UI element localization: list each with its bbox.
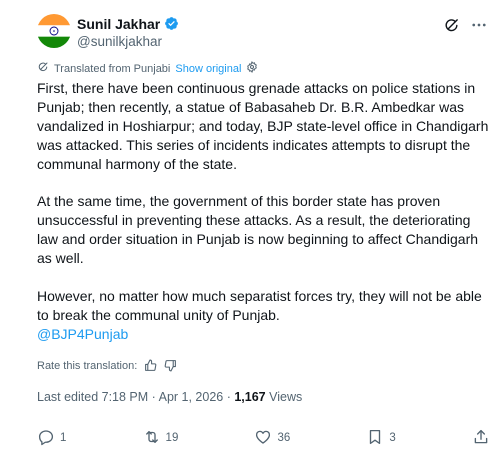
avatar[interactable] [37,14,71,48]
translation-label: Translated from Punjabi [54,62,171,75]
settings-icon[interactable] [246,61,258,76]
tweet-paragraph: First, there have been continuous grenad… [37,80,489,172]
show-original-link[interactable]: Show original [175,63,241,75]
bookmark-count: 3 [389,432,396,444]
share-button[interactable] [472,428,490,449]
tweet-paragraph: However, no matter how much separatist f… [37,287,482,323]
tweet-meta: Last edited 7:18 PM · Apr 1, 2026 · 1,16… [37,390,302,404]
mention-link[interactable]: @BJP4Punjab [37,325,489,344]
heart-icon [254,428,272,449]
thumbs-up-icon[interactable] [144,359,157,372]
rate-label: Rate this translation: [37,359,138,372]
views-count: 1,167 [234,390,266,404]
translation-notice: Translated from Punjabi Show original [37,61,258,76]
reply-button[interactable]: 1 [37,428,66,449]
more-options-icon[interactable] [470,16,488,34]
thumbs-down-icon[interactable] [164,359,177,372]
grok-icon[interactable] [442,16,460,34]
views-label: Views [265,390,303,404]
author-name[interactable]: Sunil Jakhar [77,16,160,32]
tweet-text: First, there have been continuous grenad… [37,79,489,344]
tweet-header: Sunil Jakhar @sunilkjakhar [37,14,488,54]
rate-translation: Rate this translation: [37,359,177,372]
translate-icon [37,61,49,76]
bookmark-button[interactable]: 3 [366,428,396,449]
repost-count: 19 [165,432,179,444]
repost-icon [143,428,161,449]
repost-button[interactable]: 19 [143,428,179,449]
share-icon [472,428,490,449]
like-button[interactable]: 36 [254,428,290,449]
action-bar: 1 19 36 3 [37,428,490,448]
edited-timestamp[interactable]: Last edited 7:18 PM · Apr 1, 2026 · [37,390,234,404]
tweet-paragraph: At the same time, the government of this… [37,193,479,267]
bookmark-icon [366,428,384,449]
author-handle[interactable]: @sunilkjakhar [77,34,179,49]
like-count: 36 [277,432,291,444]
author-block: Sunil Jakhar @sunilkjakhar [77,15,179,49]
reply-icon [37,428,55,449]
header-actions [442,16,488,34]
verified-badge-icon [164,16,179,31]
reply-count: 1 [60,432,67,444]
